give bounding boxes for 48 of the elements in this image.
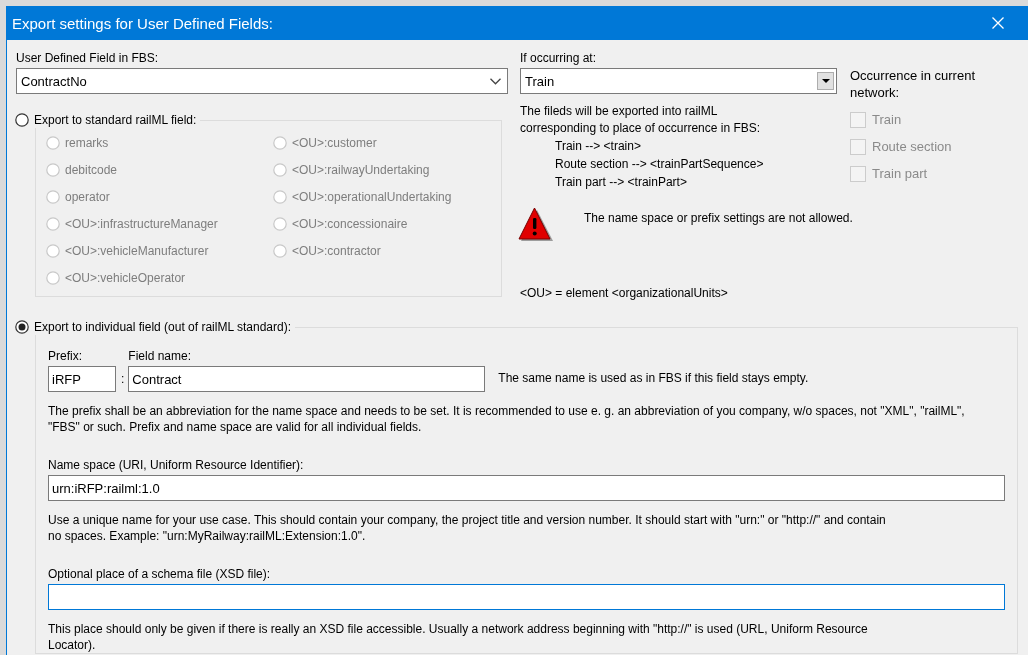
- mapping-text: Train --> <train>: [555, 138, 642, 155]
- radio-button[interactable]: Export to standard railML field:: [15, 112, 197, 128]
- dropdown-arrow-icon: [821, 79, 830, 83]
- legend-text: <OU> = element <organizationalUnits>: [520, 286, 729, 300]
- prefix-field[interactable]: iRFP: [48, 366, 116, 392]
- radio-button[interactable]: Export to individual field (out of railML standard):: [15, 319, 291, 335]
- field-label: Optional place of a schema file (XSD file):: [48, 566, 272, 582]
- note-text: Use a unique name for your use case. This should contain your company, the project title and version number. It should start with "urn:" or "http://" and contain no spaces. Example: "urn:MyRailway:railML:Extension:1.0".: [48, 512, 887, 544]
- radio-icon: [15, 113, 29, 127]
- radio-icon: [46, 162, 60, 177]
- close-icon[interactable]: [992, 17, 1004, 29]
- radio-icon: [46, 216, 60, 231]
- warning-icon: [518, 207, 554, 244]
- radio-icon: [46, 270, 60, 285]
- description-text: corresponding to place of occurrence in FBS:: [520, 120, 762, 137]
- mapping-text: Route section --> <trainPartSequence>: [555, 156, 765, 173]
- note-text: The prefix shall be an abbreviation for the name space and needs to be set. It is recommended to use e. g. an abbreviation of you company, w/o spaces, not "XML", "railML", "FBS" or such. Prefix and name space are valid for all individual fields.: [48, 403, 966, 435]
- separator-text: :: [120, 372, 126, 388]
- dropdown[interactable]: Train: [520, 68, 837, 94]
- mapping-text: Train part --> <trainPart>: [555, 174, 688, 191]
- description-text: The fileds will be exported into railML: [520, 103, 719, 120]
- radio-icon: [273, 162, 287, 177]
- warning-message: The name space or prefix settings are not allowed.: [584, 210, 853, 225]
- field-label: Field name:: [128, 348, 193, 364]
- hint-text: The same name is used as in FBS if this field stays empty.: [497, 370, 809, 385]
- radio-icon: [15, 320, 29, 334]
- radio-icon: [46, 189, 60, 204]
- namespace-field[interactable]: urn:iRFP:railml:1.0: [48, 475, 1005, 501]
- dropdown[interactable]: ContractNo: [16, 68, 508, 94]
- chevron-icon: [490, 77, 501, 85]
- schema-file-field[interactable]: [48, 584, 1005, 610]
- checkbox-icon: [850, 138, 866, 155]
- radio-icon: [273, 216, 287, 231]
- radio-icon: [273, 189, 287, 204]
- field-label: If occurring at:: [520, 50, 598, 66]
- field-label: Name space (URI, Uniform Resource Identifier):: [48, 457, 305, 473]
- field-label: User Defined Field in FBS:: [16, 50, 160, 66]
- radio-icon: [273, 243, 287, 258]
- section-label: Occurrence in current network:: [850, 67, 976, 101]
- note-text: This place should only be given if there is really an XSD file accessible. Usually a network address beginning with "http://" is used (URL, Uniform Resource Locator).: [48, 621, 869, 653]
- checkbox-icon: [850, 111, 866, 128]
- radio-icon: [273, 135, 287, 150]
- field-label: Prefix:: [48, 348, 83, 364]
- window-title: Export settings for User Defined Fields:: [12, 14, 273, 32]
- field-name-field[interactable]: Contract: [128, 366, 486, 392]
- radio-icon: [46, 135, 60, 150]
- checkbox-icon: [850, 165, 866, 182]
- radio-icon: [46, 243, 60, 258]
